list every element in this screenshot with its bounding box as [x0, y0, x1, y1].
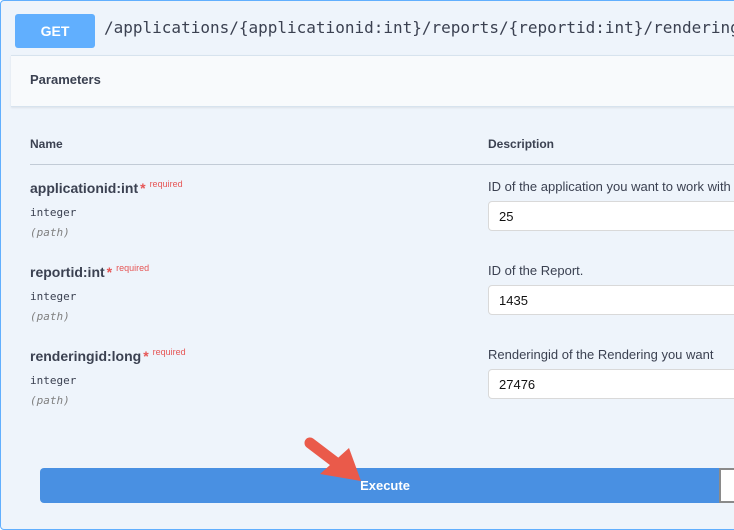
required-label: required [116, 263, 150, 273]
column-divider [30, 164, 734, 165]
param-name-label: renderingid:long [30, 348, 142, 364]
parameters-title: Parameters [30, 72, 101, 87]
required-star: * [140, 180, 146, 196]
param-name-label: applicationid:int [30, 180, 139, 196]
param-type: integer [30, 374, 77, 387]
operation-summary[interactable]: GET /applications/{applicationid:int}/re… [0, 0, 734, 58]
required-star: * [143, 348, 149, 364]
required-label: required [152, 347, 186, 357]
param-type: integer [30, 206, 77, 219]
method-badge: GET [15, 14, 95, 48]
reportid-input[interactable] [488, 285, 734, 315]
execute-button[interactable]: Execute [40, 468, 730, 503]
param-location: (path) [30, 226, 70, 239]
param-name-label: reportid:int [30, 264, 105, 280]
param-description: ID of the Report. [488, 263, 584, 278]
clear-button[interactable] [719, 468, 734, 503]
column-header-description: Description [488, 137, 555, 151]
renderingid-input[interactable] [488, 369, 734, 399]
param-location: (path) [30, 310, 70, 323]
param-type: integer [30, 290, 77, 303]
parameters-header: Parameters [11, 55, 734, 107]
param-location: (path) [30, 394, 70, 407]
param-description: Renderingid of the Rendering you want [488, 347, 714, 362]
required-star: * [106, 264, 113, 280]
applicationid-input[interactable] [488, 201, 734, 231]
param-name-reportid: reportid:int * required [30, 263, 150, 280]
param-description: ID of the application you want to work w… [488, 179, 731, 194]
param-name-renderingid: renderingid:long * required [30, 347, 186, 364]
endpoint-path: /applications/{applicationid:int}/report… [104, 18, 734, 37]
param-name-applicationid: applicationid:int * required [30, 179, 183, 196]
column-header-name: Name [30, 137, 63, 151]
required-label: required [149, 179, 183, 189]
